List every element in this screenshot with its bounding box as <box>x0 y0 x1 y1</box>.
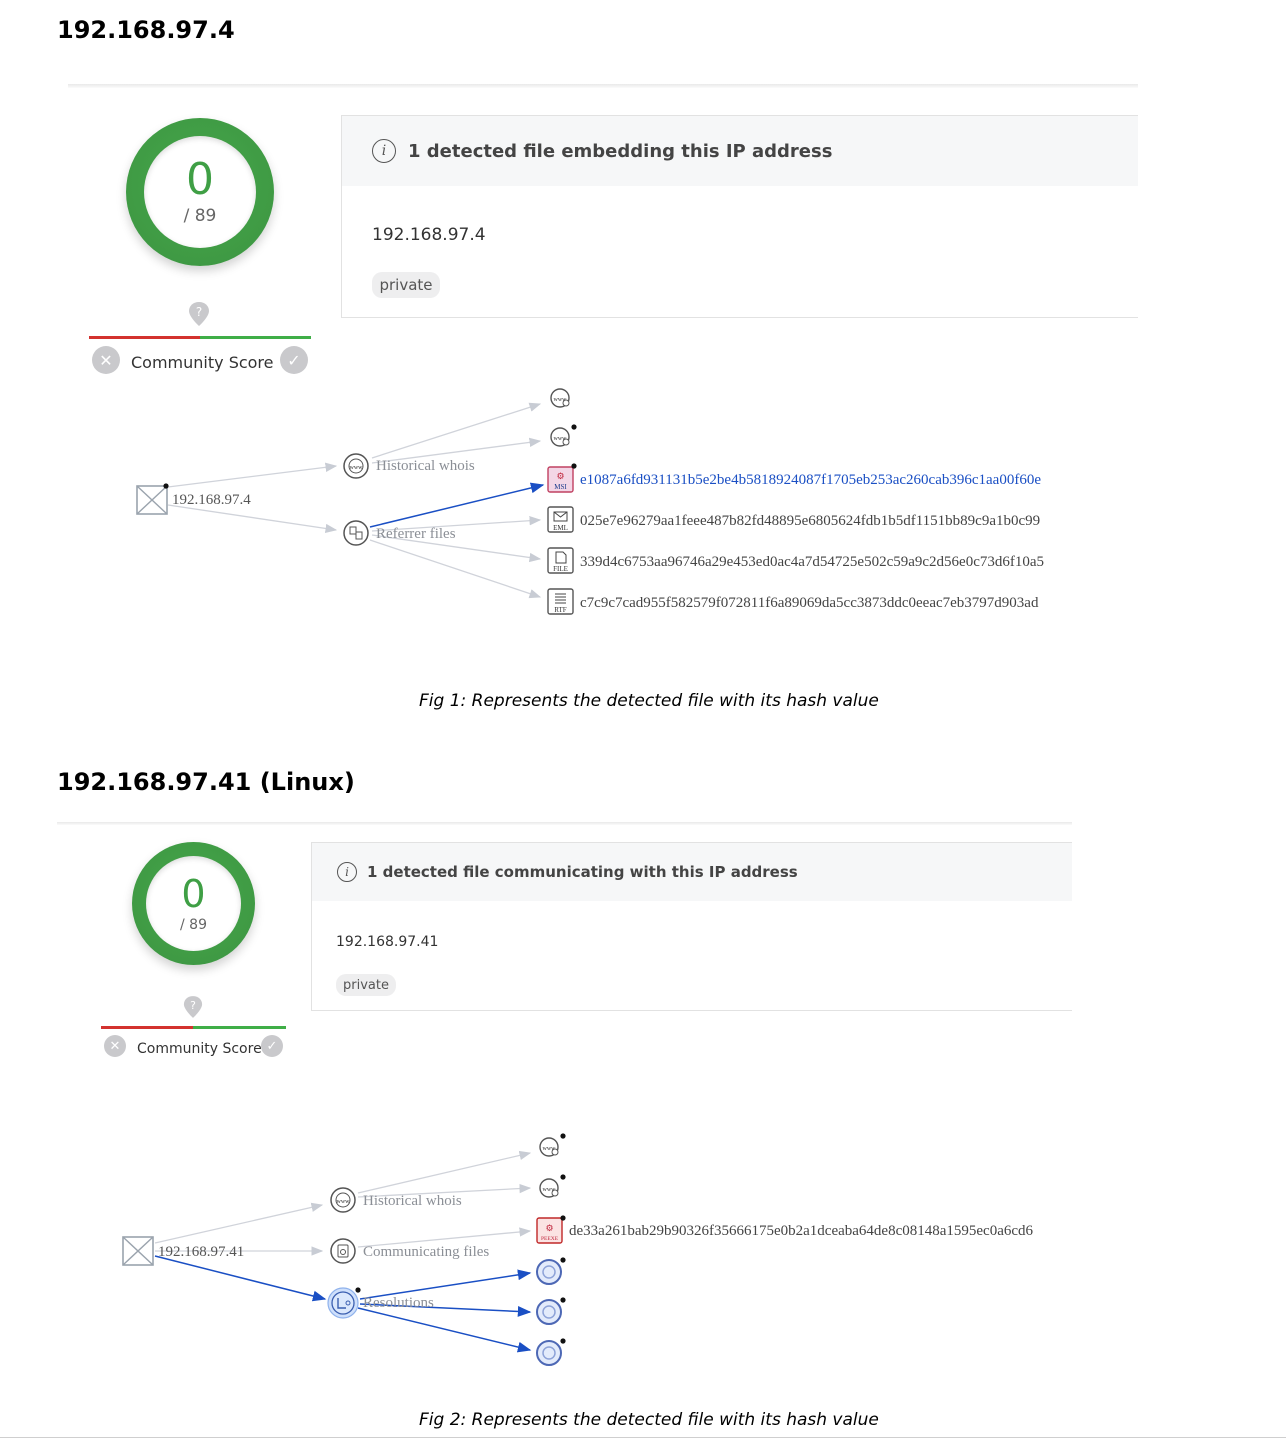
resolution-globe-icon[interactable] <box>536 1297 566 1325</box>
domain-globe-icon[interactable]: www <box>539 1133 566 1157</box>
resolution-globe-icon[interactable] <box>536 1257 566 1285</box>
root-node-label: 192.168.97.41 <box>158 1244 244 1260</box>
figure-caption: Fig 2: Represents the detected file with… <box>419 1410 879 1430</box>
svg-text:⚙: ⚙ <box>545 1223 553 1233</box>
ip-node-icon[interactable] <box>122 1236 154 1266</box>
relations-graph: 192.168.97.41 www Historical whois Commu… <box>122 1133 1034 1366</box>
communicating-files-icon[interactable] <box>330 1238 356 1264</box>
graph-edge-highlight <box>154 1255 327 1302</box>
relation-label: Resolutions <box>363 1295 434 1311</box>
graph-edge <box>357 1150 532 1194</box>
whois-globe-icon[interactable]: www <box>330 1187 356 1213</box>
resolution-globe-icon[interactable] <box>536 1338 566 1366</box>
peexe-file-icon[interactable]: ⚙ PEEXE <box>536 1215 566 1244</box>
svg-text:www: www <box>337 1199 351 1205</box>
page-bottom-rule <box>0 1437 1286 1438</box>
graph-edge <box>154 1202 324 1244</box>
file-type-badge: PEEXE <box>541 1236 559 1242</box>
resolutions-icon[interactable] <box>327 1287 361 1319</box>
file-hash[interactable]: de33a261bab29b90326f35666175e0b2a1dceaba… <box>569 1223 1034 1239</box>
relation-label: Communicating files <box>363 1244 489 1260</box>
relation-label: Historical whois <box>363 1193 462 1209</box>
domain-globe-icon[interactable]: www <box>539 1174 566 1198</box>
graph-edge-highlight <box>357 1307 532 1353</box>
